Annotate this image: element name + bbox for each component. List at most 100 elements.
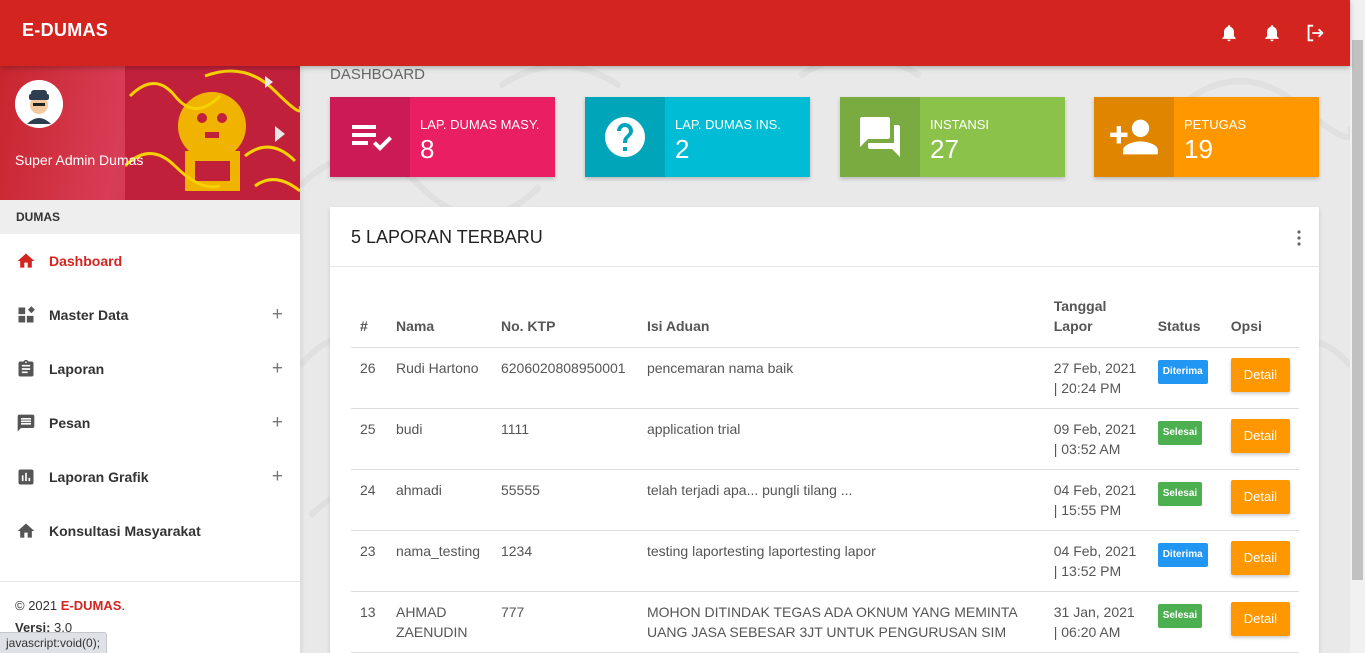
detail-button[interactable]: Detail (1230, 479, 1290, 514)
detail-button[interactable]: Detail (1230, 601, 1290, 636)
status-badge: Diterima (1157, 359, 1208, 384)
status-badge: Selesai (1157, 603, 1203, 628)
home-icon (15, 250, 37, 272)
info-box-label: PETUGAS (1184, 117, 1247, 132)
top-navbar: E-DUMAS (0, 0, 1350, 66)
card-title: 5 LAPORAN TERBARU (351, 227, 543, 247)
column-header-status[interactable]: Status (1148, 295, 1222, 348)
info-box-label: LAP. DUMAS INS. (675, 117, 781, 132)
cell-nama: Rudi Hartono (386, 347, 492, 409)
menu-section-header: DUMAS (0, 200, 300, 234)
table-header-row: # Nama No. KTP Isi Aduan Tanggal Lapor S… (351, 295, 1299, 348)
cell-id: 23 (351, 530, 387, 592)
column-header-id[interactable]: # (351, 295, 387, 348)
report-date: 04 Feb, 2021 (1053, 481, 1137, 498)
column-header-ktp[interactable]: No. KTP (491, 295, 638, 348)
cell-id: 26 (351, 347, 387, 409)
cell-status: Selesai (1148, 591, 1222, 653)
report-date: 31 Jan, 2021 (1053, 603, 1135, 620)
cell-opsi: Detail (1221, 408, 1299, 470)
info-box-petugas[interactable]: PETUGAS 19 (1094, 97, 1319, 177)
detail-button[interactable]: Detail (1230, 540, 1290, 575)
cell-tanggal-lapor: 04 Feb, 2021 | 13:52 PM (1044, 530, 1149, 592)
sidebar-footer: © 2021 E-DUMAS. Versi: 3.0 (0, 581, 300, 635)
bell-icon[interactable] (1259, 20, 1285, 46)
cell-status: Diterima (1148, 530, 1222, 592)
copyright-label: © 2021 (15, 598, 61, 613)
report-time: | 13:52 PM (1053, 562, 1122, 579)
sidebar-item-laporan[interactable]: Laporan + (0, 342, 300, 396)
info-box-label: INSTANSI (930, 117, 989, 132)
app-brand[interactable]: E-DUMAS (22, 20, 108, 41)
latest-reports-card: 5 LAPORAN TERBARU # Nama No. KTP Isi Adu… (330, 207, 1319, 653)
reports-table: # Nama No. KTP Isi Aduan Tanggal Lapor S… (351, 295, 1299, 653)
column-header-nama[interactable]: Nama (386, 295, 492, 348)
sidebar-item-master-data[interactable]: Master Data + (0, 288, 300, 342)
logout-icon[interactable] (1302, 20, 1328, 46)
report-time: | 03:52 AM (1053, 440, 1121, 457)
expand-plus-icon[interactable]: + (272, 359, 283, 378)
table-row: 26 Rudi Hartono 6206020808950001 pencemaran… (351, 347, 1299, 409)
sidebar-item-pesan[interactable]: Pesan + (0, 396, 300, 450)
cell-nama: budi (386, 408, 492, 470)
cell-id: 13 (351, 591, 387, 653)
cell-nama: ahmadi (386, 469, 492, 531)
help-icon (585, 97, 665, 177)
user-info-banner: Super Admin Dumas (0, 66, 300, 200)
cell-status: Diterima (1148, 347, 1222, 409)
detail-button[interactable]: Detail (1230, 418, 1290, 453)
cell-nama: nama_testing (386, 530, 492, 592)
sidebar-item-dashboard[interactable]: Dashboard (0, 234, 300, 288)
table-row: 23 nama_testing 1234 testing laportesting l… (351, 530, 1299, 592)
info-box-value: 2 (675, 134, 690, 164)
status-badge: Selesai (1157, 420, 1203, 445)
copyright-text: © 2021 E-DUMAS. (15, 598, 300, 613)
sidebar-item-konsultasi-masyarakat[interactable]: Konsultasi Masyarakat (0, 504, 300, 558)
expand-plus-icon[interactable]: + (272, 413, 283, 432)
avatar[interactable] (15, 80, 63, 128)
detail-button[interactable]: Detail (1230, 357, 1290, 392)
info-box-instansi[interactable]: INSTANSI 27 (840, 97, 1065, 177)
footer-brand-link[interactable]: E-DUMAS (61, 598, 122, 613)
cell-tanggal-lapor: 27 Feb, 2021 | 20:24 PM (1044, 347, 1149, 409)
column-header-tanggal-lapor[interactable]: Tanggal Lapor (1044, 295, 1149, 348)
dayak-ornament-icon (125, 66, 300, 200)
status-badge: Diterima (1157, 542, 1208, 567)
cell-nama: AHMAD ZAENUDIN (386, 591, 492, 653)
card-header: 5 LAPORAN TERBARU (330, 207, 1319, 267)
info-box-lap-dumas-masy[interactable]: LAP. DUMAS MASY. 8 (330, 97, 555, 177)
scrollbar-thumb[interactable] (1352, 40, 1363, 580)
bar-chart-icon (15, 466, 37, 488)
copyright-period: . (121, 598, 126, 613)
cell-isi-aduan: pencemaran nama baik (637, 347, 1045, 409)
expand-plus-icon[interactable]: + (272, 467, 283, 486)
cell-tanggal-lapor: 31 Jan, 2021 | 06:20 AM (1044, 591, 1149, 653)
report-date: 04 Feb, 2021 (1053, 542, 1137, 559)
cell-isi-aduan: telah terjadi apa... pungli tilang ... (637, 469, 1045, 531)
main-content: DASHBOARD LAP. DUMAS MASY. 8 LAP. DUMAS … (300, 66, 1350, 653)
dashboard-icon (15, 304, 37, 326)
bell-icon[interactable] (1216, 20, 1242, 46)
info-box-lap-dumas-ins[interactable]: LAP. DUMAS INS. 2 (585, 97, 810, 177)
info-box-label: LAP. DUMAS MASY. (420, 117, 540, 132)
cell-tanggal-lapor: 09 Feb, 2021 | 03:52 AM (1044, 408, 1149, 470)
status-badge: Selesai (1157, 481, 1203, 506)
report-time: | 15:55 PM (1053, 501, 1122, 518)
more-vert-icon[interactable] (1293, 229, 1305, 247)
home-icon (15, 520, 37, 542)
cell-isi-aduan: testing laportesting laportesting lapor (637, 530, 1045, 592)
status-bar-tooltip: javascript:void(0); (0, 632, 108, 653)
cell-id: 24 (351, 469, 387, 531)
cell-ktp: 1111 (491, 408, 638, 470)
cell-opsi: Detail (1221, 591, 1299, 653)
sidebar-item-laporan-grafik[interactable]: Laporan Grafik + (0, 450, 300, 504)
info-box-value: 27 (930, 134, 959, 164)
info-box-value: 19 (1184, 134, 1213, 164)
column-header-opsi: Opsi (1221, 295, 1299, 348)
cell-status: Selesai (1148, 408, 1222, 470)
column-header-isi-aduan[interactable]: Isi Aduan (637, 295, 1045, 348)
expand-plus-icon[interactable]: + (272, 305, 283, 324)
sidebar-item-label: Master Data (49, 307, 129, 323)
cell-opsi: Detail (1221, 530, 1299, 592)
page-scrollbar[interactable] (1350, 0, 1365, 653)
